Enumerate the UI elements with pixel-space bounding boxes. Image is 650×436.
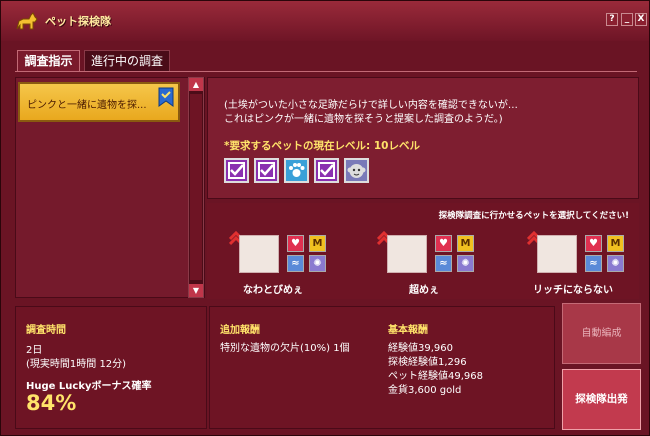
required-level: *要求するペットの現在レベル: 10レベル — [224, 140, 420, 152]
pet-card[interactable]: ♥ M ≈ ✺ なわとびめぇ — [229, 231, 349, 296]
close-button[interactable]: X — [635, 13, 647, 26]
list-scrollbar[interactable]: ▲ ▼ — [188, 77, 204, 298]
heart-icon: ♥ — [585, 235, 602, 252]
check-icon — [254, 158, 279, 183]
m-badge-icon: M — [309, 235, 326, 252]
list-item[interactable]: ピンクと一緒に遺物を探... — [18, 82, 180, 122]
window-title: ペット探検隊 — [45, 15, 111, 28]
pet-name: 超めぇ — [409, 285, 439, 296]
pet-name: なわとびめぇ — [243, 285, 303, 296]
extra-reward-value: 特別な遺物の欠片(10%) 1個 — [220, 343, 350, 354]
monkey-icon — [344, 158, 369, 183]
reward-expedition-exp: 探検経験値1,296 — [388, 357, 467, 368]
reward-pet-exp: ペット経験値49,968 — [388, 371, 483, 382]
crest-icon: ✺ — [309, 255, 326, 272]
bonus-value: 84% — [26, 391, 77, 415]
tab-survey-instructions[interactable]: 調査指示 — [17, 50, 80, 72]
wing-icon: ≈ — [585, 255, 602, 272]
pet-portrait — [387, 235, 427, 273]
pet-selection-header: 探検隊調査に行かせるペットを選択してください! — [438, 211, 629, 221]
scroll-thumb[interactable] — [190, 94, 202, 280]
title-bar[interactable]: ペット探検隊 ? _ X — [1, 1, 649, 41]
tab-in-progress[interactable]: 進行中の調査 — [84, 50, 170, 72]
check-icon — [314, 158, 339, 183]
help-button[interactable]: ? — [606, 13, 618, 26]
pet-portrait — [239, 235, 279, 273]
pet-portrait — [537, 235, 577, 273]
list-item-label: ピンクと一緒に遺物を探... — [27, 100, 147, 111]
survey-list: ピンクと一緒に遺物を探... — [15, 77, 205, 298]
description-line-1: (土埃がついた小さな足跡だらけで詳しい内容を確認できないが… — [224, 100, 518, 111]
m-badge-icon: M — [457, 235, 474, 252]
reward-panel: 追加報酬 特別な遺物の欠片(10%) 1個 基本報酬 経験値39,960 探検経… — [209, 306, 555, 429]
tab-divider — [15, 71, 637, 72]
survey-time-value: 2日 — [26, 345, 43, 356]
pet-expedition-window: ペット探検隊 ? _ X 調査指示 進行中の調査 ピンクと一緒に遺物を探... … — [0, 0, 650, 436]
pet-selection-area: 探検隊調査に行かせるペットを選択してください! ♥ M ≈ ✺ なわとびめぇ ♥… — [207, 203, 639, 299]
depart-button[interactable]: 探検隊出発 — [562, 369, 641, 430]
pet-name: リッチにならない — [533, 285, 613, 296]
reward-gold: 金貨3,600 gold — [388, 385, 462, 396]
check-icon — [224, 158, 249, 183]
survey-real-time: (現実時間1時間 12分) — [26, 359, 127, 370]
heart-icon: ♥ — [435, 235, 452, 252]
wing-icon: ≈ — [287, 255, 304, 272]
pet-card[interactable]: ♥ M ≈ ✺ リッチにならない — [527, 231, 647, 296]
pet-card[interactable]: ♥ M ≈ ✺ 超めぇ — [377, 231, 497, 296]
extra-reward-label: 追加報酬 — [220, 325, 260, 336]
auto-formation-button[interactable]: 自動編成 — [562, 303, 641, 364]
bookmark-icon — [158, 87, 174, 107]
base-reward-label: 基本報酬 — [388, 325, 428, 336]
crest-icon: ✺ — [607, 255, 624, 272]
survey-time-panel: 調査時間 2日 (現実時間1時間 12分) Huge Luckyボーナス確率 8… — [15, 306, 207, 429]
survey-description: (土埃がついた小さな足跡だらけで詳しい内容を確認できないが… これはピンクが一緒… — [207, 77, 639, 199]
heart-icon: ♥ — [287, 235, 304, 252]
description-line-2: これはピンクが一緒に遺物を探そうと提案した調査のようだ。) — [224, 114, 503, 125]
crest-icon: ✺ — [457, 255, 474, 272]
bonus-label: Huge Luckyボーナス確率 — [26, 381, 152, 392]
dog-icon — [16, 12, 38, 30]
minimize-button[interactable]: _ — [621, 13, 633, 26]
scroll-down-icon[interactable]: ▼ — [189, 284, 203, 297]
m-badge-icon: M — [607, 235, 624, 252]
survey-time-label: 調査時間 — [26, 325, 66, 336]
wing-icon: ≈ — [435, 255, 452, 272]
scroll-up-icon[interactable]: ▲ — [189, 78, 203, 91]
reward-exp: 経験値39,960 — [388, 343, 453, 354]
paw-icon — [284, 158, 309, 183]
